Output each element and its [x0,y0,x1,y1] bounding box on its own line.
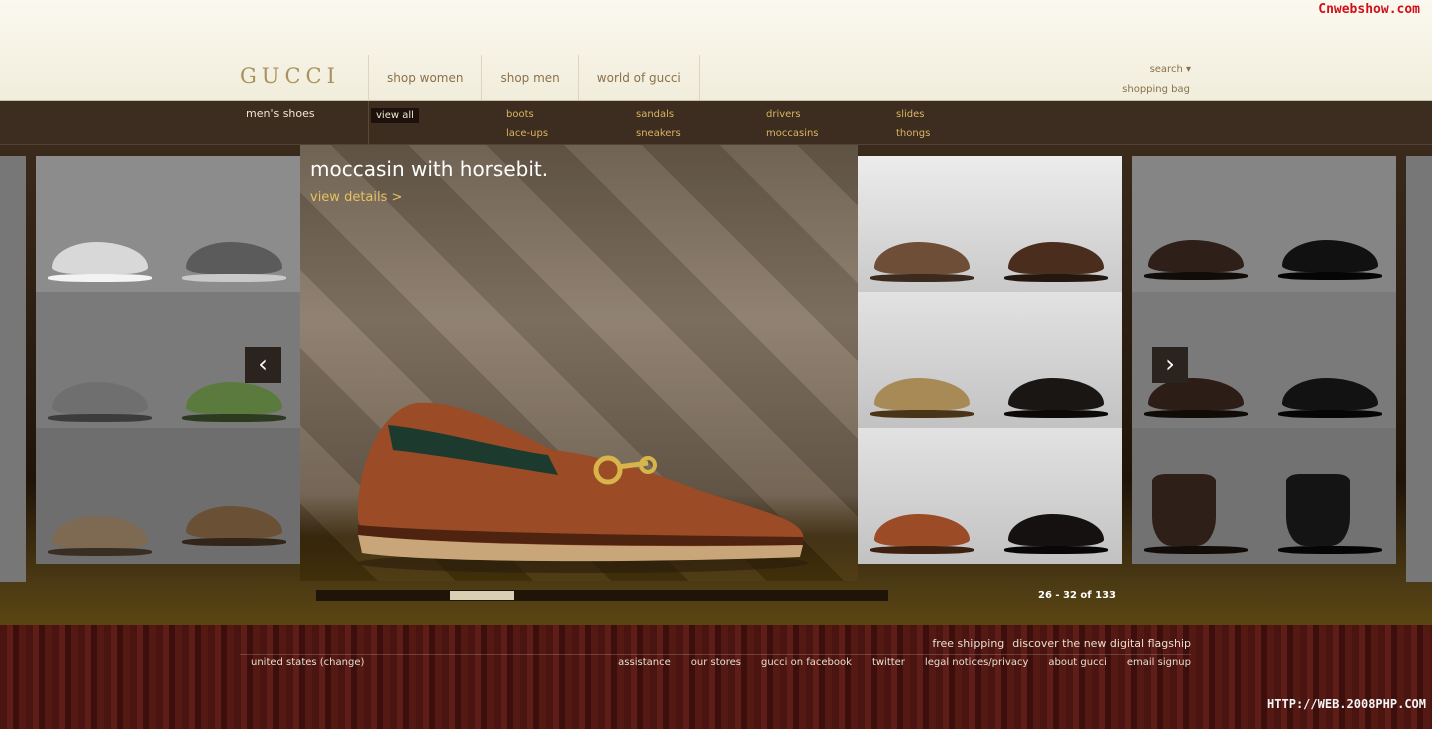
product-tile[interactable] [858,292,1122,428]
digital-flagship-link[interactable]: discover the new digital flagship [1012,637,1191,650]
footer-link-about[interactable]: about gucci [1048,657,1107,668]
carousel-prev-button[interactable]: ‹ [245,347,281,383]
search-link[interactable]: search ▾ [1150,64,1191,75]
view-details-link[interactable]: view details > [310,190,402,205]
search-label: search [1149,64,1183,75]
caret-down-icon: ▾ [1185,64,1191,75]
footer-link-twitter[interactable]: twitter [872,657,905,668]
horsebit-loafer-tan [870,376,974,418]
category-drivers[interactable]: drivers [766,109,801,120]
category-sneakers[interactable]: sneakers [636,128,681,139]
category-sandals[interactable]: sandals [636,109,674,120]
featured-product[interactable]: moccasin with horsebit. view details > [300,145,858,581]
horsebit-loafer-cognac [870,512,974,554]
watermark-bottom: HTTP://WEB.2008PHP.COM [1267,697,1426,711]
product-tile[interactable] [1132,428,1396,564]
product-panel-active [858,156,1122,582]
ostrich-driver-brown [870,240,974,282]
boat-shoe-grey [182,240,286,282]
croc-driver-brown [1004,240,1108,282]
shopping-bag-link[interactable]: shopping bag [1122,84,1190,95]
chukka-boot [182,504,286,546]
subnav-divider [368,101,369,145]
product-tile[interactable] [36,156,300,292]
driver-shoe-grey [48,380,152,422]
pagination-count: 26 - 32 of 133 [1038,590,1117,601]
product-panel-far-right[interactable] [1406,156,1432,582]
horsebit-loafer-black [1004,376,1108,418]
footer-link-email-signup[interactable]: email signup [1127,657,1191,668]
region-selector[interactable]: united states (change) [251,657,364,668]
penny-loafer-black [1278,238,1382,280]
chevron-left-icon: ‹ [258,350,268,378]
footer-link-facebook[interactable]: gucci on facebook [761,657,852,668]
gucci-logo[interactable]: GUCCI [240,64,340,88]
footer-link-assistance[interactable]: assistance [618,657,671,668]
penny-loafer-brown [1144,238,1248,280]
category-subnav: men's shoes view all boots sandals drive… [0,101,1432,145]
product-tile[interactable] [858,156,1122,292]
category-boots[interactable]: boots [506,109,534,120]
boat-shoe-white [48,240,152,282]
featured-title: moccasin with horsebit. [310,157,549,181]
hero-loafer-image [357,402,808,573]
footer-divider [240,654,1191,655]
watermark-top: Cnwebshow.com [1318,2,1420,17]
section-title: men's shoes [246,107,315,120]
free-shipping-link[interactable]: free shipping [932,637,1004,650]
driver-shoe-suede [48,514,152,556]
site-footer: free shipping discover the new digital f… [0,625,1432,729]
category-thongs[interactable]: thongs [896,128,930,139]
chelsea-boot-black [1278,474,1382,554]
category-lace-ups[interactable]: lace-ups [506,128,548,139]
site-header: Cnwebshow.com GUCCI shop women shop men … [0,0,1432,101]
footer-promo: free shipping discover the new digital f… [932,637,1191,650]
chelsea-boot-brown [1144,474,1248,554]
product-panel-far-left[interactable] [0,156,26,582]
carousel-scroll-thumb[interactable] [450,591,514,600]
product-tile[interactable] [1132,156,1396,292]
nav-shop-women[interactable]: shop women [368,55,481,100]
product-tile[interactable] [858,428,1122,564]
chevron-right-icon: › [1165,350,1175,378]
driver-shoe-green [182,380,286,422]
product-tile[interactable] [36,428,300,564]
category-moccasins[interactable]: moccasins [766,128,819,139]
footer-link-our-stores[interactable]: our stores [691,657,741,668]
footer-link-legal[interactable]: legal notices/privacy [925,657,1028,668]
horsebit-loafer-black-2 [1004,512,1108,554]
nav-world-of-gucci[interactable]: world of gucci [577,55,700,100]
view-all-button[interactable]: view all [371,108,419,123]
carousel-next-button[interactable]: › [1152,347,1188,383]
category-slides[interactable]: slides [896,109,924,120]
oxford-black [1278,376,1382,418]
carousel-scrollbar[interactable] [316,590,888,601]
nav-shop-men[interactable]: shop men [481,55,577,100]
footer-links: assistance our stores gucci on facebook … [618,657,1191,668]
top-nav: shop women shop men world of gucci [368,55,700,100]
